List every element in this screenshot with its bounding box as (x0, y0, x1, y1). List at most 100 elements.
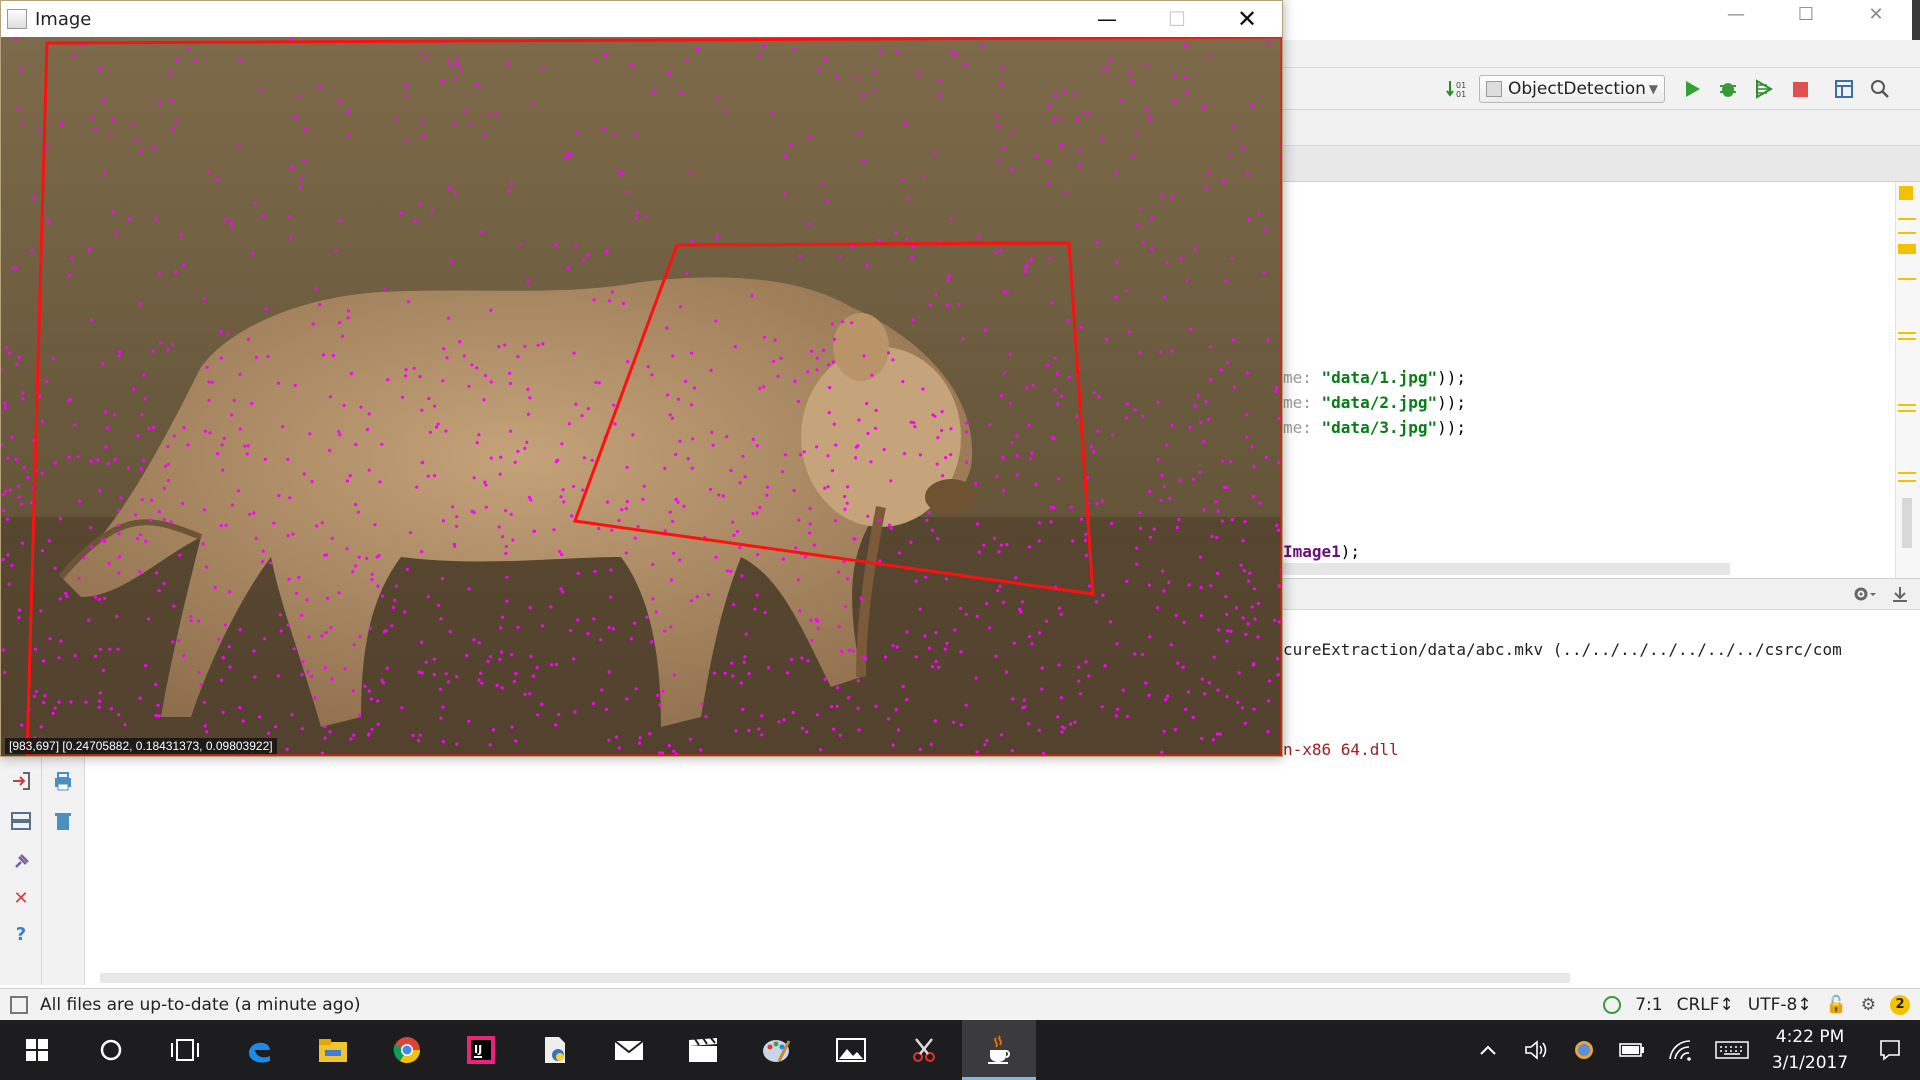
keypoint (140, 498, 144, 502)
keypoint (964, 430, 969, 434)
keypoint (1199, 585, 1203, 590)
keypoint (700, 702, 704, 706)
mail-app[interactable] (592, 1020, 666, 1080)
line-separator[interactable]: CRLF↕ (1677, 995, 1734, 1015)
keypoint (509, 429, 513, 433)
keypoint (1096, 429, 1100, 433)
java-app[interactable] (962, 1020, 1036, 1080)
run-icon[interactable] (1679, 76, 1705, 102)
onedrive-sync-icon[interactable] (1560, 1020, 1608, 1080)
image-window-titlebar[interactable]: Image — ☐ ✕ (1, 1, 1282, 37)
login-arrow-icon[interactable] (9, 769, 33, 793)
keypoint (756, 552, 760, 557)
keypoint (477, 641, 481, 645)
editor-error-stripe[interactable] (1895, 182, 1920, 578)
snipping-app[interactable] (888, 1020, 962, 1080)
keypoint (747, 728, 751, 733)
keypoint (1230, 256, 1234, 261)
ide-close-button[interactable]: ✕ (1848, 0, 1904, 28)
keypoint (1037, 631, 1042, 635)
print-icon[interactable] (51, 769, 75, 793)
close-button[interactable]: ✕ (1212, 1, 1282, 37)
lock-icon[interactable]: 🔓 (1826, 995, 1847, 1015)
settings-gear-icon[interactable] (1852, 584, 1878, 608)
movies-app[interactable] (666, 1020, 740, 1080)
help-icon[interactable]: ? (9, 922, 33, 946)
keypoint (889, 479, 893, 483)
keypoint (98, 647, 103, 651)
keypoint (1206, 172, 1210, 176)
ide-minimize-button[interactable]: — (1708, 0, 1764, 28)
keypoint (835, 704, 839, 708)
console-output[interactable]: cureExtraction/data/abc.mkv (../../../..… (1283, 610, 1920, 775)
inspector-icon[interactable]: ⚙ (1861, 995, 1876, 1015)
intellij-app[interactable]: IJ (444, 1020, 518, 1080)
stop-icon[interactable] (1787, 76, 1813, 102)
code-editor[interactable]: me: "data/1.jpg")); me: "data/2.jpg")); … (1283, 182, 1903, 578)
search-icon[interactable] (1867, 76, 1893, 102)
keypoint (1198, 470, 1202, 474)
keypoint (132, 387, 136, 391)
volume-icon[interactable] (1512, 1020, 1560, 1080)
coverage-icon[interactable] (1751, 76, 1777, 102)
keypoint (1266, 41, 1271, 45)
photos-app[interactable] (814, 1020, 888, 1080)
keypoint (1057, 663, 1061, 667)
run-config-dropdown[interactable]: ObjectDetection ▼ (1479, 74, 1665, 103)
keypoint (504, 544, 508, 549)
caret-position[interactable]: 7:1 (1635, 995, 1662, 1015)
keypoint (236, 489, 240, 493)
keypoint (511, 538, 515, 542)
warning-status-icon[interactable] (1899, 186, 1913, 200)
python-editor-app[interactable] (518, 1020, 592, 1080)
keypoint (403, 610, 407, 614)
keypoint (87, 618, 91, 622)
debug-icon[interactable] (1715, 76, 1741, 102)
action-center-icon[interactable] (1860, 1020, 1920, 1080)
notifications-badge[interactable]: 2 (1890, 995, 1910, 1015)
keypoint (798, 609, 802, 613)
task-view-button[interactable] (148, 1020, 222, 1080)
keypoint (669, 578, 674, 582)
maximize-button[interactable]: ☐ (1142, 1, 1212, 37)
memory-indicator-icon[interactable] (1603, 996, 1622, 1014)
keypoint (444, 672, 448, 676)
close-icon[interactable]: ✕ (9, 886, 33, 910)
chrome-app[interactable] (370, 1020, 444, 1080)
keypoint (207, 170, 211, 174)
ide-maximize-button[interactable]: ☐ (1778, 0, 1834, 28)
keypoint (607, 299, 612, 303)
pin-icon[interactable] (9, 850, 33, 874)
trash-icon[interactable] (51, 809, 75, 833)
wifi-icon[interactable] (1656, 1020, 1704, 1080)
file-explorer-app[interactable] (296, 1020, 370, 1080)
toggle-toolwindows-icon[interactable] (10, 995, 28, 1014)
console-area[interactable] (85, 755, 1920, 973)
sort-icon[interactable]: 01 01 (1443, 76, 1469, 102)
keypoint (783, 154, 788, 158)
battery-icon[interactable] (1608, 1020, 1656, 1080)
image-canvas[interactable]: [983,697] [0.24705882, 0.18431373, 0.098… (1, 37, 1282, 756)
keyboard-icon[interactable] (1704, 1020, 1760, 1080)
keypoint (202, 297, 206, 301)
paint-app[interactable] (740, 1020, 814, 1080)
keypoint (599, 638, 603, 642)
layout-icon[interactable] (9, 809, 33, 833)
file-encoding[interactable]: UTF-8↕ (1748, 995, 1812, 1015)
taskbar-clock[interactable]: 4:22 PM 3/1/2017 (1760, 1024, 1860, 1076)
keypoint (1145, 64, 1149, 68)
keypoint (201, 542, 205, 546)
start-button[interactable] (0, 1020, 74, 1080)
editor-scroll-thumb[interactable] (1902, 498, 1912, 548)
project-structure-icon[interactable] (1831, 76, 1857, 102)
detection-image[interactable] (1, 37, 1282, 756)
hide-panel-icon[interactable] (1890, 584, 1910, 608)
keypoint (857, 131, 861, 135)
console-horizontal-scrollbar[interactable] (100, 973, 1570, 983)
cortana-button[interactable] (74, 1020, 148, 1080)
minimize-button[interactable]: — (1072, 1, 1142, 37)
editor-horizontal-scrollbar[interactable] (1283, 563, 1730, 575)
show-hidden-icons-chevron-icon[interactable] (1464, 1020, 1512, 1080)
code-line-4: Image1); (1283, 542, 1361, 561)
edge-app[interactable] (222, 1020, 296, 1080)
